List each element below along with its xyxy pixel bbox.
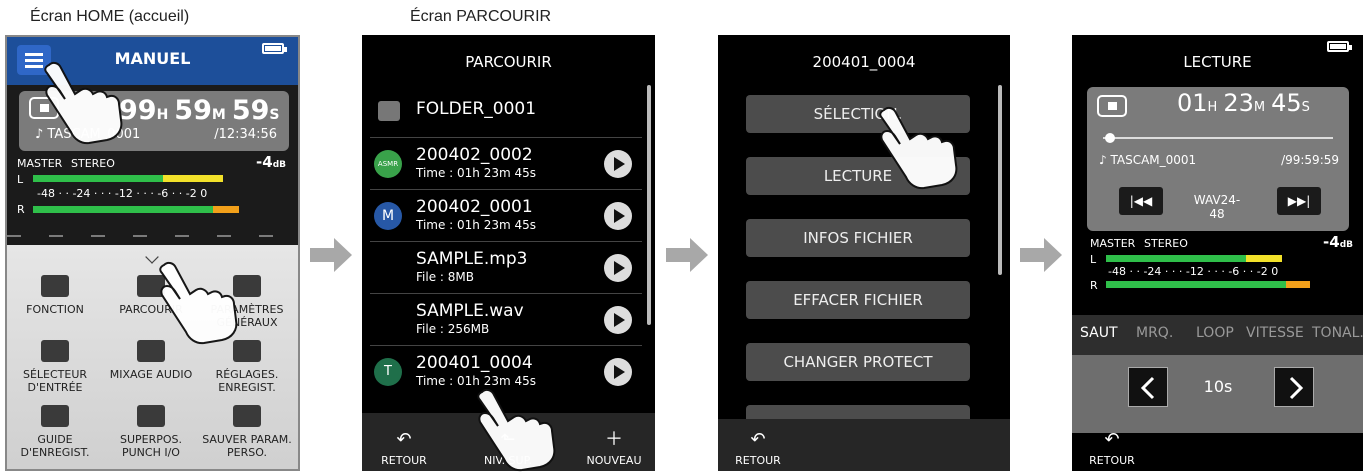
divider — [7, 235, 298, 237]
arrow-right-icon — [666, 238, 708, 272]
plus-icon: ＋ — [605, 429, 623, 450]
playback-footer: ↶ RETOUR — [1072, 429, 1363, 471]
master-label: MASTER — [17, 157, 63, 170]
playback-tabs: SAUT MRQ. LOOP VITESSE TONAL. — [1072, 315, 1363, 355]
meter-l-yellow — [163, 175, 223, 182]
arrow-right-icon — [310, 238, 352, 272]
counter: 01H 23M 45S — [1177, 89, 1310, 117]
file-menu-screen: 200401_0004 SÉLECTION. LECTURE INFOS FIC… — [718, 35, 1010, 471]
menu-sauver[interactable]: SAUVER PARAM. PERSO. — [199, 405, 295, 459]
menu-guide[interactable]: GUIDE D'ENREGIST. — [7, 405, 103, 459]
list-item[interactable]: SAMPLE.wav File : 256MB — [370, 293, 642, 345]
scrollbar[interactable] — [647, 85, 651, 325]
channel-l: L — [1090, 253, 1097, 266]
playback-panel: 01H 23M 45S ♪ TASCAM_0001 /99:59:59 |◀◀ WA… — [1087, 87, 1349, 231]
channel-r: R — [1090, 279, 1098, 292]
list-item[interactable]: M 200402_0001 Time : 01h 23m 45s — [370, 189, 642, 241]
hand-pointer-icon — [159, 261, 238, 345]
battery-icon — [262, 43, 287, 54]
tab-tonal[interactable]: TONAL. — [1312, 325, 1363, 341]
meter-l-green — [33, 175, 163, 182]
hand-pointer-icon — [477, 388, 556, 472]
meter-r-orange — [1286, 281, 1310, 288]
meter-scale: -48 · · -24 · · · -12 · · · -6 · · -2 0 — [1108, 265, 1279, 278]
tab-loop[interactable]: LOOP — [1196, 325, 1234, 341]
progress-knob[interactable] — [1104, 133, 1115, 143]
hand-pointer-icon — [44, 61, 123, 145]
master-level: -4dB — [1323, 233, 1353, 251]
play-icon[interactable] — [604, 306, 632, 334]
list-item[interactable]: SAMPLE.mp3 File : 8MB — [370, 241, 642, 293]
lock-icon: M — [374, 202, 402, 230]
battery-icon — [1327, 41, 1352, 52]
delete-file-button[interactable]: EFFACER FICHIER — [746, 281, 970, 319]
meter-r-green — [1106, 281, 1286, 288]
chevron-left-icon[interactable] — [1128, 367, 1168, 407]
play-icon[interactable] — [604, 150, 632, 178]
meter-scale: -48 · · -24 · · · -12 · · · -6 · · -2 0 — [37, 187, 208, 200]
file-avatar-icon: T — [374, 358, 402, 386]
progress-track[interactable] — [1103, 133, 1333, 143]
arrow-right-icon — [1020, 238, 1062, 272]
hand-pointer-icon — [879, 106, 958, 190]
new-folder-button[interactable]: ＋ NOUVEAU — [574, 429, 654, 468]
tab-vitesse[interactable]: VITESSE — [1246, 325, 1304, 341]
playback-title: LECTURE — [1183, 53, 1252, 71]
total-time: /12:34:56 — [214, 127, 277, 142]
browse-title: PARCOURIR — [465, 53, 552, 71]
back-arrow-icon: ↶ — [396, 429, 412, 450]
total-time: /99:59:59 — [1281, 153, 1339, 167]
tab-mrq[interactable]: MRQ. — [1136, 325, 1173, 341]
play-icon[interactable] — [604, 358, 632, 386]
master-level: -4dB — [256, 153, 286, 171]
input-selector-icon — [41, 340, 69, 362]
back-button[interactable]: ↶ RETOUR — [1072, 429, 1152, 468]
save-icon — [233, 405, 261, 427]
menu-superpos[interactable]: SUPERPOS. PUNCH I/O — [103, 405, 199, 459]
stop-icon — [1097, 95, 1127, 117]
chevron-right-icon[interactable] — [1274, 367, 1314, 407]
master-label: MASTER — [1090, 237, 1136, 250]
punch-icon — [137, 405, 165, 427]
back-arrow-icon: ↶ — [750, 429, 766, 450]
menu-fonction[interactable]: FONCTION — [7, 275, 103, 316]
playback-screen: LECTURE 01H 23M 45S ♪ TASCAM_0001 /99:59:5… — [1072, 35, 1363, 471]
back-button[interactable]: ↶ RETOUR — [364, 429, 444, 468]
guide-icon — [41, 405, 69, 427]
stereo-label: STEREO — [71, 157, 115, 170]
tab-saut[interactable]: SAUT — [1080, 325, 1118, 341]
file-info-button[interactable]: INFOS FICHIER — [746, 219, 970, 257]
caption-browse: Écran PARCOURIR — [410, 8, 552, 25]
meter-l-yellow — [1246, 255, 1282, 262]
file-menu-title: 200401_0004 — [812, 53, 916, 71]
folder-icon — [378, 101, 400, 121]
change-protect-button[interactable]: CHANGER PROTECT — [746, 343, 970, 381]
asmr-icon: ASMR — [374, 150, 402, 178]
back-button[interactable]: ↶ RETOUR — [718, 429, 798, 468]
menu-selecteur[interactable]: SÉLECTEUR D'ENTRÉE — [7, 340, 103, 394]
stereo-label: STEREO — [1144, 237, 1188, 250]
skip-controls: 10s — [1072, 355, 1363, 435]
file-menu-footer: ↶ RETOUR — [718, 419, 1010, 471]
channel-l: L — [17, 173, 24, 186]
grid-icon — [41, 275, 69, 297]
play-icon[interactable] — [604, 202, 632, 230]
next-button[interactable]: ▶▶| — [1277, 187, 1321, 215]
back-arrow-icon: ↶ — [1104, 429, 1120, 450]
meter-r-green — [33, 206, 213, 213]
meter-l-green — [1106, 255, 1246, 262]
list-item[interactable]: FOLDER_0001 — [370, 85, 642, 137]
caption-home: Écran HOME (accueil) — [30, 8, 190, 25]
play-icon[interactable] — [604, 254, 632, 282]
meter-r-orange — [213, 206, 239, 213]
filename: ♪ TASCAM_0001 — [1099, 153, 1197, 167]
counter: 99H 59M 59S — [119, 95, 280, 126]
channel-r: R — [17, 203, 25, 216]
list-item[interactable]: ASMR 200402_0002 Time : 01h 23m 45s — [370, 137, 642, 189]
skip-value: 10s — [1203, 377, 1233, 396]
scrollbar[interactable] — [998, 85, 1002, 275]
prev-button[interactable]: |◀◀ — [1119, 187, 1163, 215]
format: WAV24-48 — [1193, 193, 1241, 221]
